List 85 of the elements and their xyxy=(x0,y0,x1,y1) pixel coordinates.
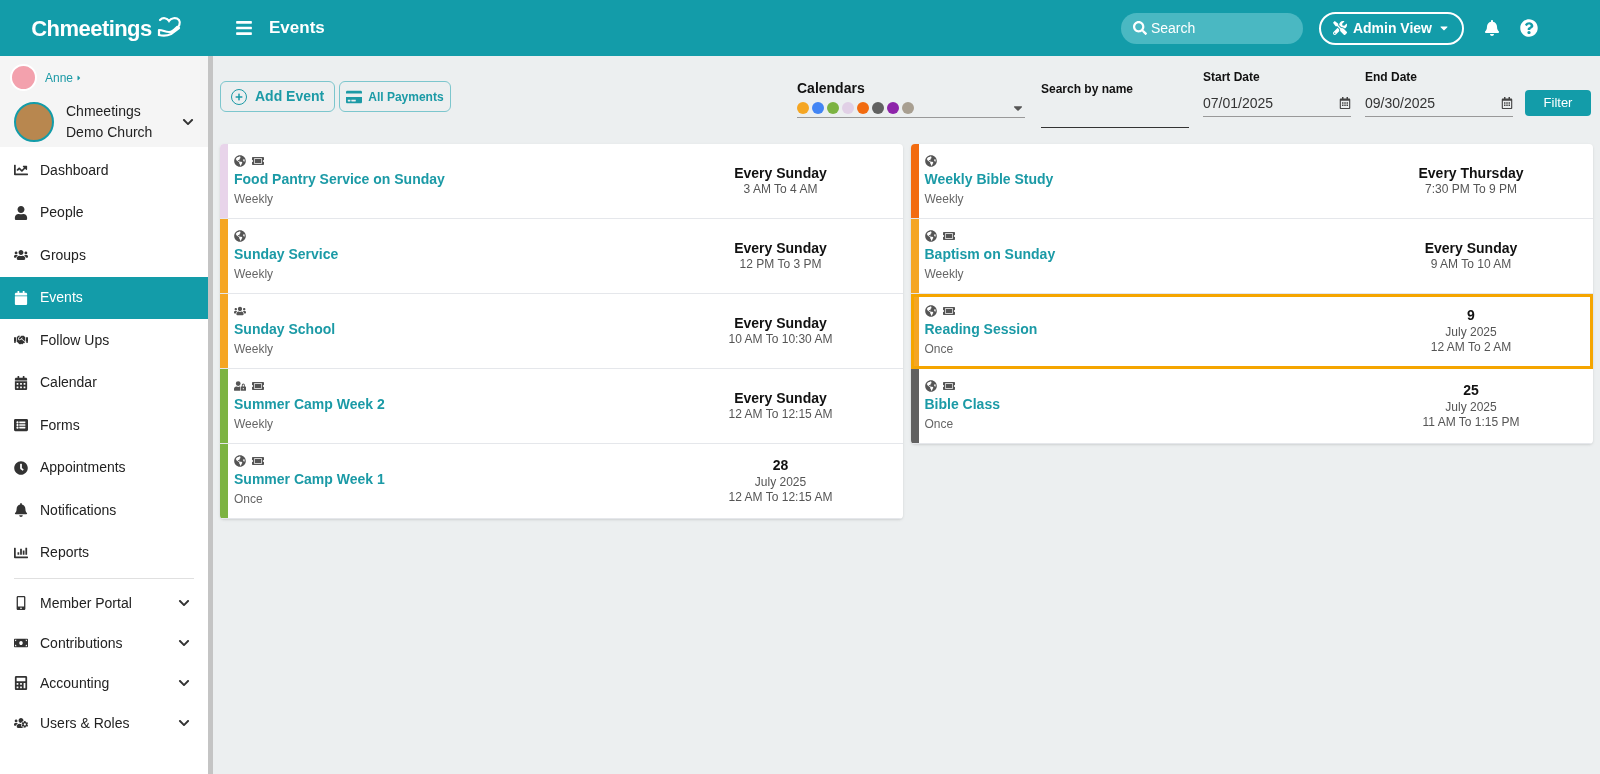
sidebar-item[interactable]: Contributions xyxy=(0,623,208,663)
church-logo xyxy=(14,102,54,142)
event-time: July 2025 xyxy=(1445,399,1497,415)
date-field[interactable]: 07/01/2025 xyxy=(1203,90,1351,117)
event-row[interactable]: Sunday School Weekly Every Sunday 10 AM To 10:30 AM xyxy=(220,294,903,369)
event-row[interactable]: Summer Camp Week 2 Weekly Every Sunday 12 AM To 12:15 AM xyxy=(220,369,903,444)
event-row[interactable]: Sunday Service Weekly Every Sunday 12 PM To 3 PM xyxy=(220,219,903,294)
sidebar-item[interactable]: Forms xyxy=(0,404,208,447)
event-time: 7:30 PM To 9 PM xyxy=(1425,182,1517,198)
group-icon xyxy=(14,248,28,263)
event-row[interactable]: Weekly Bible Study Weekly Every Thursday 7:30 PM To 9 PM xyxy=(910,144,1593,219)
sidebar-item[interactable]: Follow Ups xyxy=(0,319,208,362)
event-recurrence: Weekly xyxy=(234,415,274,433)
bell-icon[interactable] xyxy=(1484,20,1500,36)
event-time: 10 AM To 10:30 AM xyxy=(728,332,833,348)
church-name[interactable]: Chmeetings Demo Church xyxy=(66,101,170,143)
phone-icon xyxy=(14,596,28,610)
event-time: July 2025 xyxy=(754,474,807,490)
event-recurrence: Weekly xyxy=(924,190,964,208)
event-date: Every Sunday xyxy=(734,389,827,408)
sidebar-item[interactable]: Member Portal xyxy=(0,583,208,623)
sidebar-item[interactable]: Reports xyxy=(0,531,208,574)
heart-hand-icon xyxy=(155,16,182,40)
event-recurrence: Once xyxy=(234,490,263,508)
event-time: 11 AM To 1:15 PM xyxy=(1422,414,1520,430)
tools-icon xyxy=(1332,21,1347,35)
event-date: Every Sunday xyxy=(734,314,827,333)
sidebar-item[interactable]: Notifications xyxy=(0,489,208,532)
calculator-icon xyxy=(14,676,28,690)
calendar-icon xyxy=(14,290,28,305)
event-date: 28 xyxy=(772,457,789,475)
sidebar-item[interactable]: Appointments xyxy=(0,446,208,489)
calendar-icon[interactable] xyxy=(1501,97,1513,109)
chevron-down-icon[interactable] xyxy=(182,116,194,128)
event-time: 12 AM To 12:15 AM xyxy=(728,407,833,423)
event-row[interactable]: Reading Session Once 9 July 2025 12 AM To 2 AM xyxy=(910,294,1593,369)
event-row[interactable]: Food Pantry Service on Sunday Weekly Every Sunday 3 AM To 4 AM xyxy=(220,144,903,219)
event-time: 12 PM To 3 PM xyxy=(739,257,822,273)
event-date: Every Sunday xyxy=(734,164,827,183)
event-recurrence: Once xyxy=(924,340,954,358)
sidebar-item[interactable]: Accounting xyxy=(0,663,208,703)
sidebar-item[interactable]: People xyxy=(0,191,208,234)
field-label: Search by name xyxy=(1041,81,1135,98)
event-time: 12 AM To 2 AM xyxy=(1430,339,1512,355)
event-row[interactable]: Bible Class Once 25 July 2025 11 AM To 1:15 PM xyxy=(910,369,1593,444)
event-time: July 2025 xyxy=(1445,324,1497,340)
event-time: 3 AM To 4 AM xyxy=(743,182,818,198)
event-recurrence: Weekly xyxy=(234,190,274,208)
event-date: Every Sunday xyxy=(734,239,827,258)
page-title: Events xyxy=(269,17,325,40)
event-recurrence: Weekly xyxy=(234,340,274,358)
sidebar-item[interactable]: Groups xyxy=(0,234,208,277)
event-row[interactable]: Baptism on Sunday Weekly Every Sunday 9 AM To 10 AM xyxy=(910,219,1593,294)
date-field[interactable]: 09/30/2025 xyxy=(1365,90,1513,117)
credit-card-icon xyxy=(346,88,363,105)
field-label: Start Date xyxy=(1203,69,1261,86)
list-icon xyxy=(14,418,28,433)
calendars-select[interactable]: Calendars xyxy=(797,78,1025,118)
sidebar-item[interactable]: Dashboard xyxy=(0,149,208,192)
menu-button[interactable] xyxy=(235,19,253,37)
event-recurrence: Weekly xyxy=(924,265,964,283)
search-icon xyxy=(1132,21,1147,35)
field-label: End Date xyxy=(1365,69,1418,86)
calendar-icon xyxy=(14,375,28,390)
event-row[interactable]: Summer Camp Week 1 Once 28 July 2025 12 AM To 12:15 AM xyxy=(220,444,903,519)
bell-icon xyxy=(14,503,28,518)
event-date: 25 xyxy=(1463,382,1479,400)
calendar-icon[interactable] xyxy=(1339,97,1351,109)
money-icon xyxy=(14,636,28,650)
sidebar-item[interactable]: Calendar xyxy=(0,361,208,404)
person-icon xyxy=(14,205,28,220)
users-gear-icon xyxy=(14,716,28,730)
event-recurrence: Weekly xyxy=(234,265,274,283)
event-recurrence: Once xyxy=(924,415,954,433)
clock-icon xyxy=(14,460,28,475)
event-time: 9 AM To 10 AM xyxy=(1430,257,1512,273)
event-date: 9 xyxy=(1467,307,1475,325)
help-icon[interactable] xyxy=(1520,19,1538,37)
chart-line-icon xyxy=(14,163,28,178)
event-date: Every Thursday xyxy=(1418,164,1524,183)
event-date: Every Sunday xyxy=(1424,239,1518,258)
sidebar-item[interactable]: Users & Roles xyxy=(0,703,208,743)
bar-chart-icon xyxy=(14,545,28,560)
event-time: 12 AM To 12:15 AM xyxy=(728,489,833,505)
search-field[interactable]: Search xyxy=(1120,12,1303,44)
